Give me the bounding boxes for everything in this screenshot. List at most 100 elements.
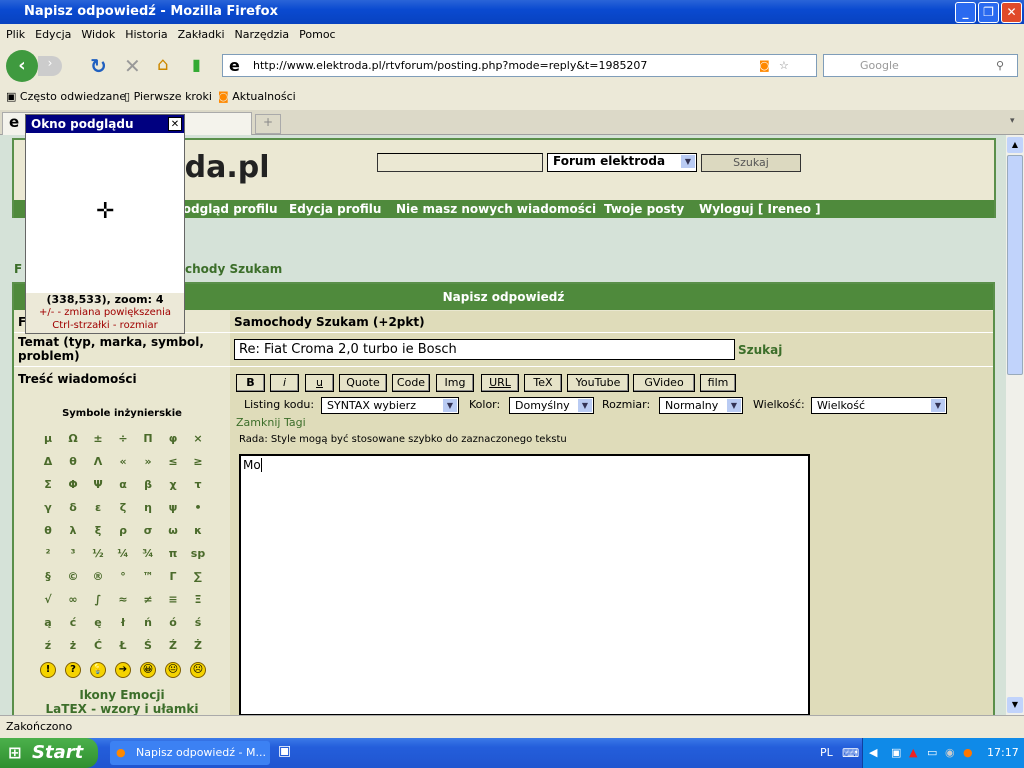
- home-icon[interactable]: ⌂: [157, 54, 168, 75]
- symbol-button[interactable]: ©: [61, 570, 85, 583]
- film-button[interactable]: film: [700, 374, 736, 392]
- bookmark-czesto[interactable]: ▣ Często odwiedzane: [6, 86, 126, 108]
- symbol-button[interactable]: ×: [186, 432, 210, 445]
- symbol-button[interactable]: ÷: [111, 432, 135, 445]
- nav-my-posts[interactable]: Twoje posty: [604, 200, 684, 218]
- symbol-button[interactable]: ³: [61, 547, 85, 560]
- symbol-button[interactable]: ρ: [111, 524, 135, 537]
- search-icon[interactable]: ⚲: [996, 55, 1004, 76]
- code-button[interactable]: Code: [392, 374, 430, 392]
- symbol-button[interactable]: «: [111, 455, 135, 468]
- forum-select[interactable]: Forum elektroda ▼: [547, 153, 697, 172]
- symbol-button[interactable]: θ: [36, 524, 60, 537]
- emoticons-link[interactable]: Ikony Emocji: [14, 688, 230, 702]
- symbol-button[interactable]: Ψ: [86, 478, 110, 491]
- symbol-button[interactable]: Λ: [86, 455, 110, 468]
- subject-search-link[interactable]: Szukaj: [738, 343, 782, 357]
- nav-profile-view[interactable]: Podgląd profilu: [174, 200, 278, 218]
- bold-button[interactable]: B: [236, 374, 265, 392]
- nav-messages[interactable]: Nie masz nowych wiadomości: [396, 200, 596, 218]
- symbol-button[interactable]: ≡: [161, 593, 185, 606]
- symbol-button[interactable]: Ź: [161, 639, 185, 652]
- emoticon-icon[interactable]: !: [40, 662, 56, 678]
- symbol-button[interactable]: η: [136, 501, 160, 514]
- preview-window[interactable]: Okno podglądu ✕ ✛ (338,533), zoom: 4 +/-…: [25, 114, 185, 334]
- close-button[interactable]: ✕: [1001, 2, 1022, 23]
- symbol-button[interactable]: γ: [36, 501, 60, 514]
- symbol-button[interactable]: ż: [61, 639, 85, 652]
- symbol-button[interactable]: ½: [86, 547, 110, 560]
- language-indicator[interactable]: PL: [820, 738, 833, 768]
- symbol-button[interactable]: Δ: [36, 455, 60, 468]
- symbol-button[interactable]: °: [111, 570, 135, 583]
- symbol-button[interactable]: ≠: [136, 593, 160, 606]
- camera-tray-icon[interactable]: ▣: [891, 738, 901, 768]
- symbol-button[interactable]: ™: [136, 570, 160, 583]
- quote-button[interactable]: Quote: [339, 374, 387, 392]
- symbol-button[interactable]: φ: [161, 432, 185, 445]
- menu-narzedzia[interactable]: Narzędzia: [235, 28, 290, 41]
- symbol-button[interactable]: α: [111, 478, 135, 491]
- youtube-button[interactable]: YouTube: [567, 374, 629, 392]
- symbol-button[interactable]: √: [36, 593, 60, 606]
- gvideo-button[interactable]: GVideo: [633, 374, 695, 392]
- emoticon-icon[interactable]: 😀: [140, 662, 156, 678]
- tex-button[interactable]: TeX: [524, 374, 562, 392]
- symbol-button[interactable]: »: [136, 455, 160, 468]
- symbol-button[interactable]: Φ: [61, 478, 85, 491]
- menu-plik[interactable]: Plik: [6, 28, 25, 41]
- symbol-button[interactable]: ś: [186, 616, 210, 629]
- reload-icon[interactable]: ↻: [90, 54, 107, 78]
- symbol-button[interactable]: ≤: [161, 455, 185, 468]
- forward-button[interactable]: ›: [38, 56, 62, 76]
- italic-button[interactable]: i: [270, 374, 299, 392]
- volume-tray-icon[interactable]: ◉: [945, 738, 955, 768]
- symbol-button[interactable]: π: [161, 547, 185, 560]
- rss-icon[interactable]: ◙: [759, 55, 770, 76]
- back-button[interactable]: ‹: [6, 50, 38, 82]
- symbol-button[interactable]: σ: [136, 524, 160, 537]
- latex-link[interactable]: LaTEX - wzory i ułamki: [14, 702, 230, 715]
- symbol-button[interactable]: β: [136, 478, 160, 491]
- close-icon[interactable]: ✕: [168, 117, 182, 131]
- bookmark-star-icon[interactable]: ☆: [779, 55, 789, 76]
- stop-icon[interactable]: ✕: [124, 54, 141, 78]
- message-textarea[interactable]: Mo: [239, 454, 810, 715]
- symbol-button[interactable]: ζ: [111, 501, 135, 514]
- symbol-button[interactable]: χ: [161, 478, 185, 491]
- url-button[interactable]: URL: [481, 374, 519, 392]
- symbol-button[interactable]: Ć: [86, 639, 110, 652]
- bookmark-pierwsze[interactable]: ▯ Pierwsze kroki: [124, 86, 212, 108]
- img-button[interactable]: Img: [436, 374, 474, 392]
- new-tab-button[interactable]: +: [255, 114, 281, 134]
- close-tags-link[interactable]: Zamknij Tagi: [236, 416, 306, 429]
- symbol-button[interactable]: ¾: [136, 547, 160, 560]
- emoticon-icon[interactable]: ☹: [190, 662, 206, 678]
- symbol-button[interactable]: Ω: [61, 432, 85, 445]
- symbol-button[interactable]: λ: [61, 524, 85, 537]
- network-tray-icon[interactable]: ▭: [927, 738, 937, 768]
- emoticon-icon[interactable]: ?: [65, 662, 81, 678]
- color-select[interactable]: Domyślny ▼: [509, 397, 594, 414]
- symbol-button[interactable]: sp: [186, 547, 210, 560]
- symbol-button[interactable]: •: [186, 501, 210, 514]
- symbol-button[interactable]: Ł: [111, 639, 135, 652]
- symbol-button[interactable]: τ: [186, 478, 210, 491]
- symbol-button[interactable]: Ξ: [186, 593, 210, 606]
- nav-logout[interactable]: Wyloguj [ Ireneo ]: [699, 200, 821, 218]
- restore-button[interactable]: ❐: [978, 2, 999, 23]
- symbol-button[interactable]: ω: [161, 524, 185, 537]
- tab-list-button[interactable]: ▾: [1010, 116, 1015, 126]
- symbol-button[interactable]: δ: [61, 501, 85, 514]
- symbol-button[interactable]: ²: [36, 547, 60, 560]
- symbol-button[interactable]: μ: [36, 432, 60, 445]
- menu-pomoc[interactable]: Pomoc: [299, 28, 335, 41]
- scroll-up-button[interactable]: ▲: [1007, 137, 1023, 153]
- symbol-button[interactable]: ą: [36, 616, 60, 629]
- symbol-button[interactable]: Ś: [136, 639, 160, 652]
- symbol-button[interactable]: θ: [61, 455, 85, 468]
- site-search-input[interactable]: [377, 153, 543, 172]
- breadcrumb-forum[interactable]: F: [14, 262, 22, 276]
- acrobat-tray-icon[interactable]: ▲: [909, 738, 917, 768]
- symbol-button[interactable]: Σ: [36, 478, 60, 491]
